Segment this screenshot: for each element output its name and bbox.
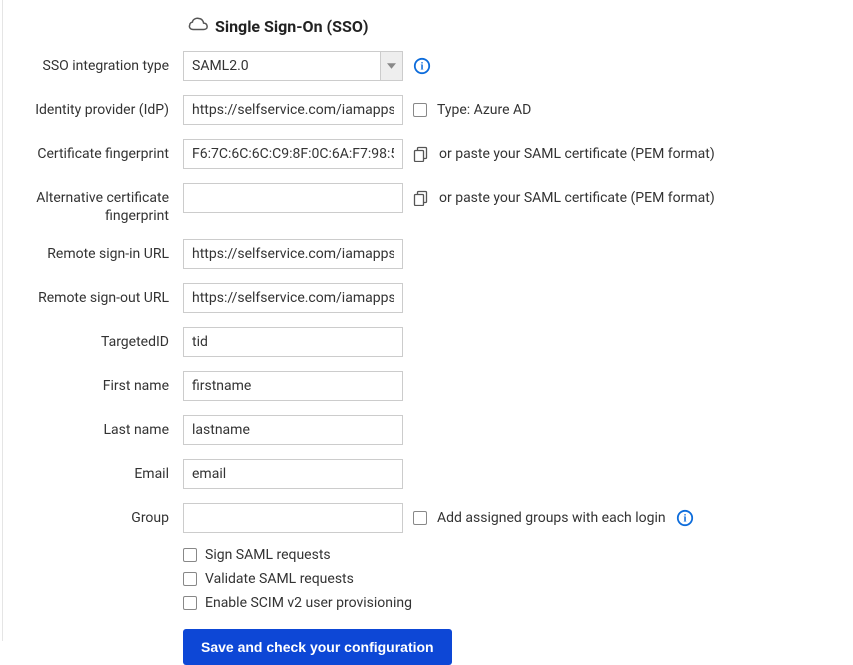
scim-label: Enable SCIM v2 user provisioning <box>205 595 412 611</box>
svg-text:i: i <box>683 513 686 525</box>
alt-cert-fp-hint: or paste your SAML certificate (PEM form… <box>439 190 715 206</box>
cert-fp-input[interactable] <box>183 139 403 169</box>
group-checkbox[interactable] <box>413 511 427 525</box>
cloud-icon <box>187 15 209 37</box>
idp-type-checkbox[interactable] <box>413 103 427 117</box>
idp-type-prefix: Type: <box>437 102 474 118</box>
label-targeted-id: TargetedID <box>23 327 183 351</box>
section-header: Single Sign-On (SSO) <box>187 15 833 37</box>
label-first-name: First name <box>23 371 183 395</box>
label-email: Email <box>23 459 183 483</box>
cert-fp-hint: or paste your SAML certificate (PEM form… <box>439 146 715 162</box>
label-cert-fp: Certificate fingerprint <box>23 139 183 163</box>
targeted-id-input[interactable] <box>183 327 403 357</box>
alt-cert-fp-input[interactable] <box>183 183 403 213</box>
signin-url-input[interactable] <box>183 239 403 269</box>
info-icon[interactable]: i <box>413 57 431 75</box>
validate-requests-checkbox[interactable] <box>183 572 197 586</box>
signout-url-input[interactable] <box>183 283 403 313</box>
first-name-input[interactable] <box>183 371 403 401</box>
group-input[interactable] <box>183 503 403 533</box>
info-icon[interactable]: i <box>676 509 694 527</box>
section-title: Single Sign-On (SSO) <box>215 17 368 36</box>
idp-type-label: Type: Azure AD <box>437 102 531 118</box>
svg-text:i: i <box>421 61 424 73</box>
label-signout-url: Remote sign-out URL <box>23 283 183 307</box>
chevron-down-icon[interactable] <box>380 52 402 80</box>
integration-type-value: SAML2.0 <box>184 52 380 80</box>
copy-icon[interactable] <box>413 190 429 206</box>
copy-icon[interactable] <box>413 146 429 162</box>
label-last-name: Last name <box>23 415 183 439</box>
sign-requests-label: Sign SAML requests <box>205 547 331 563</box>
validate-requests-label: Validate SAML requests <box>205 571 354 587</box>
label-idp: Identity provider (IdP) <box>23 95 183 119</box>
scim-checkbox[interactable] <box>183 596 197 610</box>
label-group: Group <box>23 503 183 527</box>
label-signin-url: Remote sign-in URL <box>23 239 183 263</box>
last-name-input[interactable] <box>183 415 403 445</box>
group-hint: Add assigned groups with each login <box>437 510 666 526</box>
label-integration-type: SSO integration type <box>23 51 183 75</box>
idp-type-value: Azure AD <box>474 102 532 118</box>
label-alt-cert-fp: Alternative certificate fingerprint <box>23 183 183 225</box>
sign-requests-checkbox[interactable] <box>183 548 197 562</box>
integration-type-select[interactable]: SAML2.0 <box>183 51 403 81</box>
email-input[interactable] <box>183 459 403 489</box>
save-button[interactable]: Save and check your configuration <box>183 629 452 665</box>
idp-input[interactable] <box>183 95 403 125</box>
